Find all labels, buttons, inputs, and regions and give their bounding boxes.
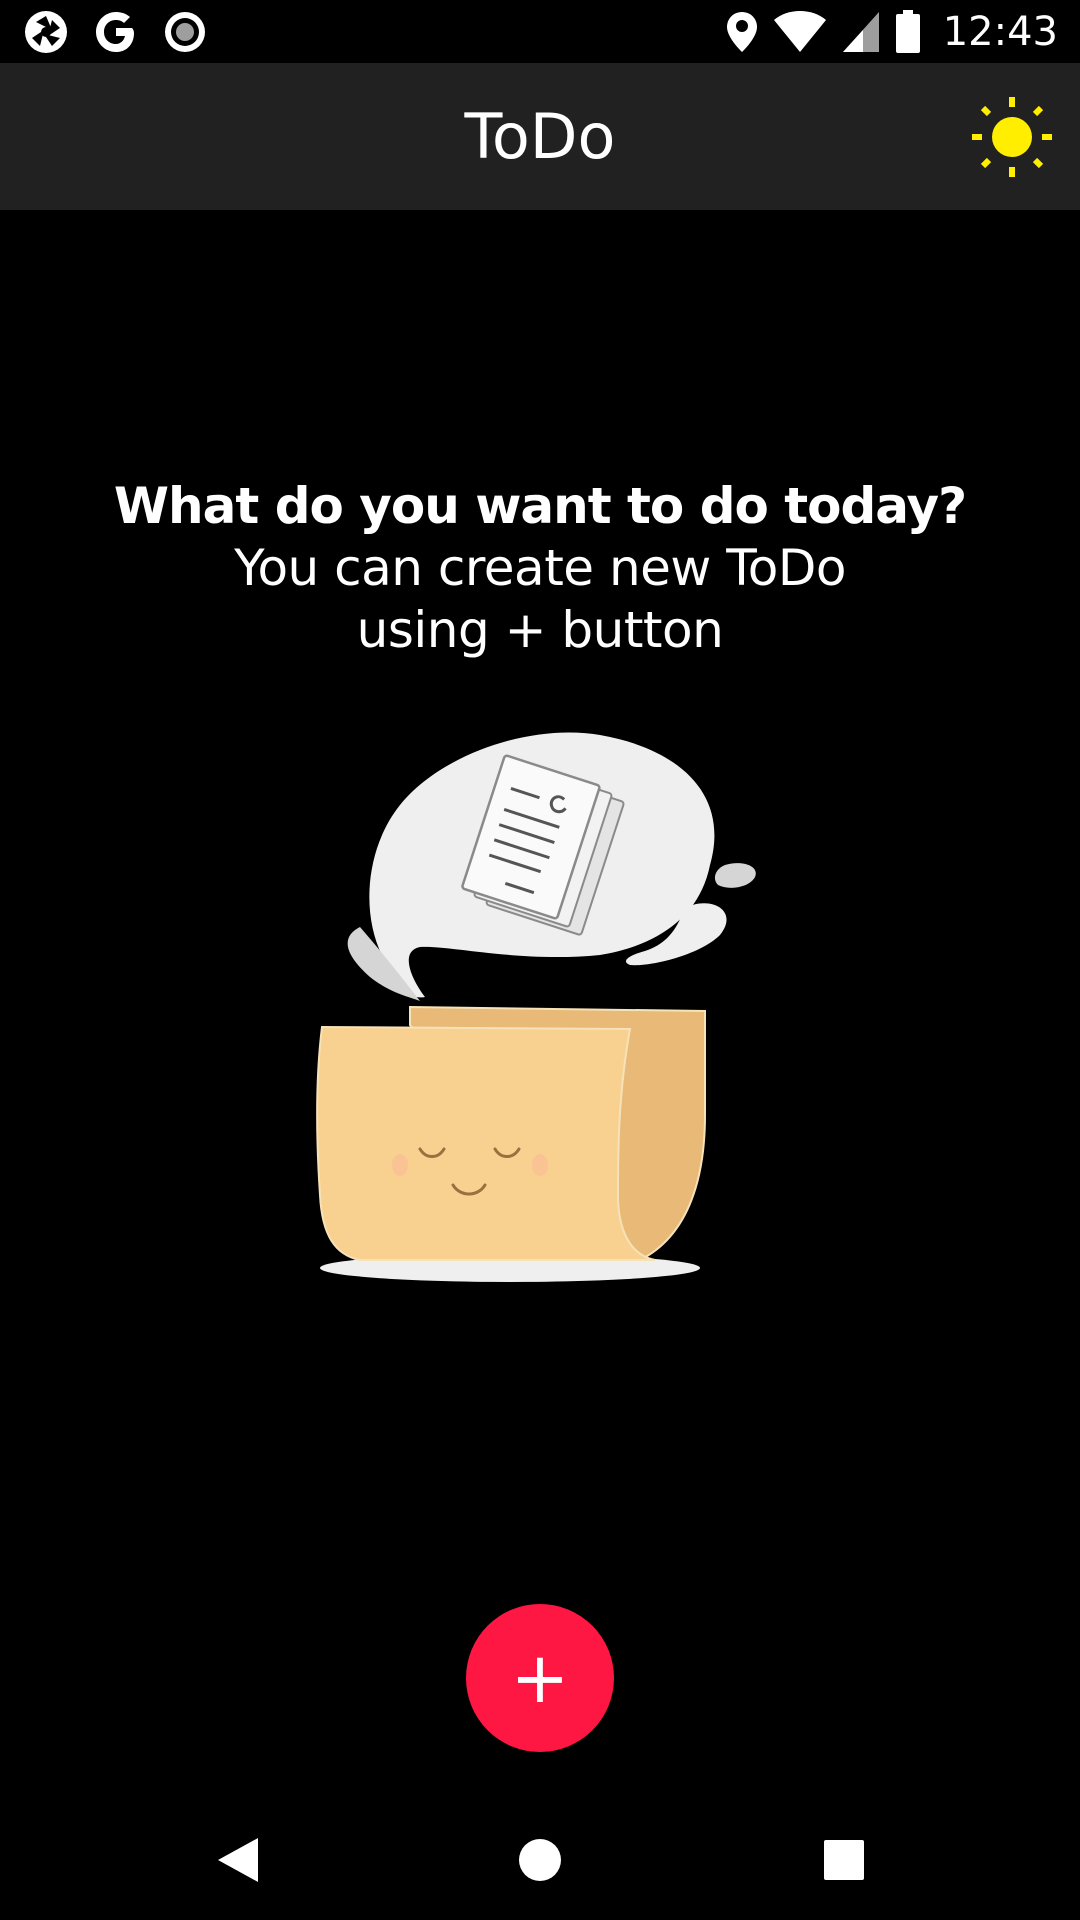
status-right-icons: 12:43 <box>725 0 1058 63</box>
status-left-icons <box>22 0 208 63</box>
record-icon <box>165 11 205 52</box>
system-nav-bar <box>0 1800 1080 1920</box>
home-icon[interactable] <box>510 1830 570 1890</box>
empty-state-body-line1: You can create new ToDo <box>234 539 846 597</box>
todo-screen: 12:43 ToDo What do you want to do today?… <box>0 0 1080 1920</box>
empty-state-heading: What do you want to do today? <box>113 477 967 535</box>
back-icon[interactable] <box>206 1830 266 1890</box>
signal-icon <box>842 11 879 52</box>
google-icon <box>96 11 134 52</box>
location-icon <box>726 11 757 52</box>
battery-icon <box>895 9 920 53</box>
status-bar: 12:43 <box>0 0 1080 63</box>
empty-state-body-line2: using + button <box>356 601 724 659</box>
status-clock: 12:43 <box>942 8 1058 55</box>
empty-state-body: You can create new ToDo using + button <box>0 537 1080 661</box>
theme-toggle-button[interactable] <box>968 93 1056 181</box>
add-todo-button[interactable]: + <box>466 1604 614 1752</box>
aperture-icon <box>25 10 67 53</box>
folder-with-notes-illustration <box>316 732 756 1282</box>
sun-icon <box>972 97 1052 177</box>
wifi-icon <box>773 10 826 52</box>
app-bar: ToDo <box>0 63 1080 210</box>
empty-state-message: What do you want to do today? You can cr… <box>0 475 1080 661</box>
recents-icon[interactable] <box>814 1830 874 1890</box>
app-title: ToDo <box>464 100 616 173</box>
